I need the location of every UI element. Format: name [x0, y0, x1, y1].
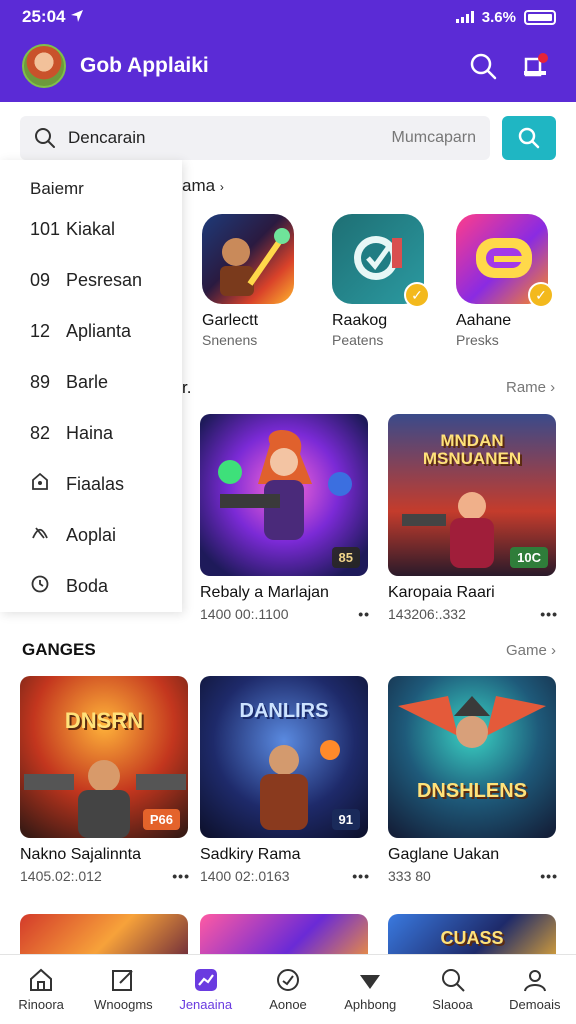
game-meta: 1405.02:.012	[20, 868, 102, 884]
app-icon: ✓	[456, 214, 554, 308]
game-meta: 143206:.332	[388, 606, 466, 622]
nav-item-home[interactable]: Rinoora	[0, 955, 82, 1024]
nav-item-profile[interactable]: Demoais	[494, 955, 576, 1024]
dropdown-item[interactable]: Boda	[0, 561, 182, 612]
game-title: Nakno Sajalinnta	[20, 846, 141, 863]
nav-item-gauge[interactable]: Aonoe	[247, 955, 329, 1024]
game-card[interactable]: MNDAN MSNUANEN 10C Karopaia Raari 143206…	[388, 414, 558, 622]
user-icon	[523, 970, 546, 992]
game-title: Rebaly a Marlajan	[200, 584, 329, 601]
rating-badge: 10C	[510, 547, 548, 568]
nav-item-pin[interactable]: Aphbong	[329, 955, 411, 1024]
search-icon	[35, 128, 55, 148]
app-name: Raakog	[332, 312, 388, 329]
dropdown-item[interactable]: 12 Aplianta	[0, 306, 182, 357]
game-thumbnail: DNSHLENS	[388, 676, 556, 838]
gauge-icon	[276, 969, 299, 991]
game-thumbnail: DNSRN P66	[20, 676, 188, 838]
app-name: Aahane	[456, 312, 512, 329]
info-icon	[30, 472, 66, 497]
game-card[interactable]: DNSRN P66 Nakno Sajalinnta 1405.02:.012 •…	[20, 676, 190, 884]
game-title: Gaglane Uakan	[388, 846, 500, 863]
rating-badge: P66	[142, 809, 180, 830]
link-icon	[30, 523, 66, 548]
app-category: Snenens	[202, 332, 258, 348]
trending-icon	[194, 969, 217, 991]
section-title: GANGES	[22, 640, 96, 659]
clock-icon	[30, 574, 66, 599]
more-options-icon[interactable]: •••	[540, 868, 558, 884]
featured-section-title: ama ›	[182, 176, 224, 195]
nav-item-search[interactable]: Slaooa	[411, 955, 493, 1024]
search-field[interactable]: Dencarain Mumcaparn	[20, 116, 490, 160]
see-more-link[interactable]: Game ›	[506, 642, 556, 659]
search-icon	[518, 127, 540, 149]
section-title: r.	[182, 378, 192, 397]
more-options-icon[interactable]: •••	[540, 606, 558, 622]
more-options-icon[interactable]: ••	[358, 606, 370, 622]
app-category: Peatens	[332, 332, 384, 348]
game-card[interactable]: DNSHLENS Gaglane Uakan 333 80 •••	[388, 676, 558, 884]
dropdown-item[interactable]: 89 Barle	[0, 357, 182, 408]
status-bar: 25:04 3.6%	[22, 6, 556, 28]
rating-badge: 85	[331, 547, 360, 568]
nav-item-trending[interactable]: Jenaaina	[165, 955, 247, 1024]
more-options-icon[interactable]: •••	[352, 868, 370, 884]
game-meta: 1400 02:.0163	[200, 868, 290, 884]
app-name: Garlectt	[202, 312, 259, 329]
nav-item-edit[interactable]: Wnoogms	[82, 955, 164, 1024]
app-icon	[202, 214, 294, 304]
game-art-title: CUASS	[440, 928, 504, 948]
game-art-title: DNSHLENS	[416, 780, 527, 802]
more-options-icon[interactable]: •••	[172, 868, 190, 884]
chevron-right-icon: ›	[219, 180, 224, 194]
dropdown-item[interactable]: 101 Kiakal	[0, 204, 182, 255]
dropdown-item[interactable]: 09 Pesresan	[0, 255, 182, 306]
notification-icon[interactable]	[520, 51, 550, 81]
app-icon: ✓	[332, 214, 430, 308]
game-thumbnail: DANLIRS 91	[200, 676, 368, 838]
app-category: Presks	[456, 332, 499, 348]
dropdown-item[interactable]: Fiaalas	[0, 459, 182, 510]
search-icon[interactable]	[468, 51, 498, 81]
pin-icon	[360, 975, 381, 989]
game-card[interactable]: DANLIRS 91 Sadkiry Rama 1400 02:.0163 •••	[200, 676, 370, 884]
location-arrow-icon	[71, 10, 84, 22]
rating-badge: 91	[331, 809, 360, 830]
verified-icon: ✓	[528, 282, 554, 308]
avatar[interactable]	[22, 44, 66, 88]
featured-app[interactable]: ✓ Aahane Presks	[456, 214, 576, 348]
home-icon	[30, 968, 53, 991]
search-placeholder: Mumcaparn	[391, 129, 476, 146]
see-more-link[interactable]: Rame ›	[506, 379, 555, 396]
battery-icon	[524, 9, 556, 25]
dropdown-heading: Baiemr	[30, 179, 84, 198]
dropdown-item[interactable]: Aoplai	[0, 510, 182, 561]
search-suggestions-dropdown: Baiemr 101 Kiakal 09 Pesresan 12 Aplianta 8…	[0, 160, 182, 612]
app-header: 25:04 3.6% Gob Applaiki	[0, 0, 576, 102]
edit-icon	[112, 970, 134, 991]
game-thumbnail: 85	[200, 414, 368, 576]
app-title: Gob Applaiki	[80, 54, 209, 77]
dropdown-item[interactable]: 82 Haina	[0, 408, 182, 459]
game-card[interactable]: 85 Rebaly a Marlajan 1400 00:.1100 ••	[200, 414, 370, 622]
featured-app[interactable]: Garlectt Snenens	[202, 214, 322, 348]
verified-icon: ✓	[404, 282, 430, 308]
status-time: 25:04	[22, 7, 84, 27]
game-title: Karopaia Raari	[388, 584, 495, 601]
search-input-value[interactable]: Dencarain	[68, 128, 392, 148]
search-icon	[441, 969, 465, 992]
bottom-navigation: Rinoora Wnoogms Jenaaina Aonoe Aphbong S…	[0, 954, 576, 1024]
game-meta: 333 80	[388, 868, 431, 884]
game-thumbnail: MNDAN MSNUANEN 10C	[388, 414, 556, 576]
search-button[interactable]	[502, 116, 556, 160]
game-title: Sadkiry Rama	[200, 846, 301, 863]
signal-icon	[455, 11, 474, 23]
game-meta: 1400 00:.1100	[200, 606, 289, 622]
featured-app[interactable]: ✓ Raakog Peatens	[332, 214, 452, 348]
battery-percent: 3.6%	[481, 8, 516, 26]
